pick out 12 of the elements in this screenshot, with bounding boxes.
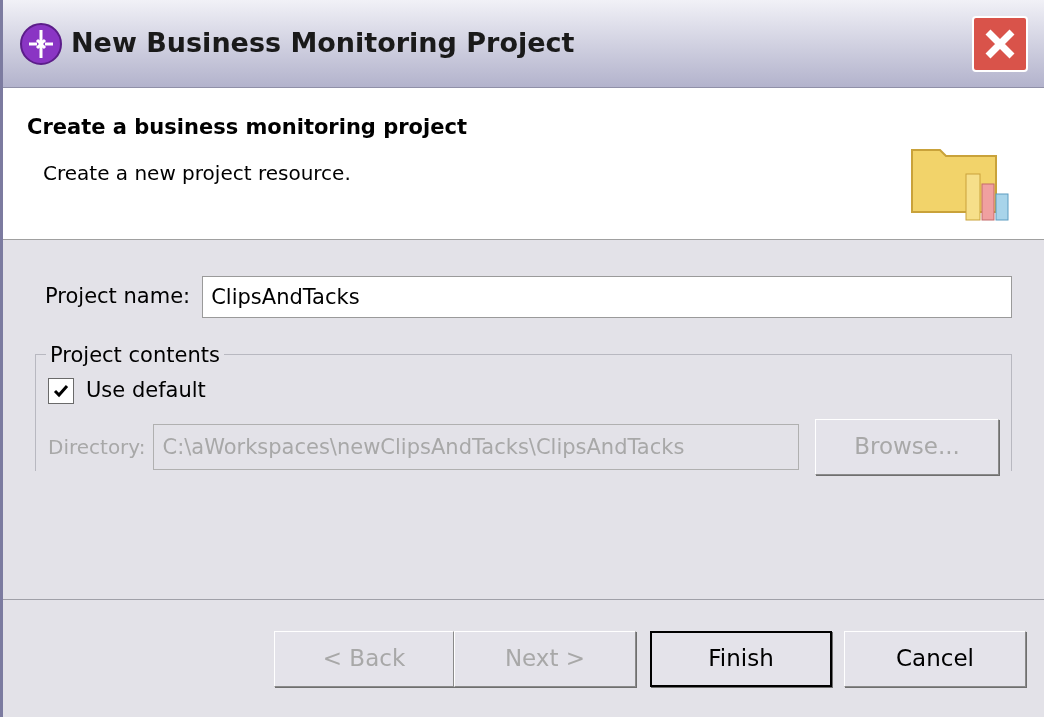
- app-icon: [19, 21, 63, 66]
- dialog-button[interactable]: Cancel: [844, 630, 1026, 687]
- checkbox-label: Use default: [86, 377, 206, 404]
- field-label: Project name:: [44, 283, 191, 311]
- field-label: Directory:: [48, 433, 146, 461]
- dialog-button[interactable]: Finish: [650, 630, 832, 687]
- close-button[interactable]: [972, 15, 1028, 72]
- project-name-field[interactable]: ClipsAndTacks: [202, 276, 1012, 318]
- window-title: New Business Monitoring Project: [71, 26, 576, 61]
- checkbox[interactable]: [48, 377, 74, 404]
- header-description: Create a new project resource.: [42, 159, 352, 187]
- header-title: Create a business monitoring project: [27, 114, 468, 141]
